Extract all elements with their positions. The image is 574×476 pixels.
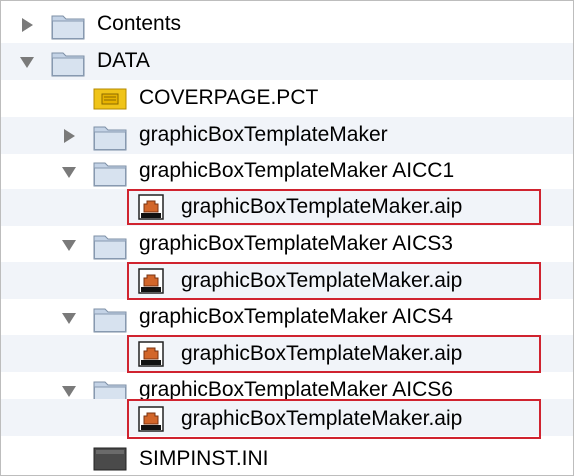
tree-item-label: DATA bbox=[97, 49, 150, 72]
disclosure-expanded-icon[interactable] bbox=[61, 383, 77, 399]
disclosure-expanded-icon[interactable] bbox=[61, 164, 77, 180]
tree-item-label: graphicBoxTemplateMaker bbox=[139, 123, 388, 146]
tree-row-aip-aics6[interactable]: graphicBoxTemplateMaker.aip bbox=[1, 399, 573, 439]
tree-item-label: graphicBoxTemplateMaker.aip bbox=[181, 269, 463, 292]
tree-row-coverpage[interactable]: COVERPAGE.PCT bbox=[1, 80, 573, 117]
tree-item-label: COVERPAGE.PCT bbox=[139, 86, 319, 109]
tree-row-simpinst[interactable]: SIMPINST.INI bbox=[1, 441, 573, 475]
tree-row-contents[interactable]: Contents bbox=[1, 6, 573, 43]
tree-item-label: graphicBoxTemplateMaker AICC1 bbox=[139, 159, 455, 182]
folder-icon bbox=[93, 123, 127, 156]
disclosure-collapsed-icon[interactable] bbox=[19, 17, 35, 33]
tree-row-aicc1[interactable]: graphicBoxTemplateMaker AICC1 bbox=[1, 153, 573, 190]
tree-item-label: graphicBoxTemplateMaker AICS3 bbox=[139, 232, 453, 255]
file-tree: Contents DATA COVERPAGE.PCT graphicBoxTe… bbox=[0, 0, 574, 476]
pct-file-icon bbox=[93, 88, 127, 115]
disclosure-expanded-icon[interactable] bbox=[19, 54, 35, 70]
tree-item-label: graphicBoxTemplateMaker.aip bbox=[181, 407, 463, 430]
folder-icon bbox=[93, 159, 127, 192]
disclosure-expanded-icon[interactable] bbox=[61, 310, 77, 326]
tree-item-label: graphicBoxTemplateMaker AICS4 bbox=[139, 305, 453, 328]
aip-file-icon bbox=[137, 405, 165, 438]
folder-icon bbox=[93, 232, 127, 265]
aip-file-icon bbox=[137, 267, 165, 300]
folder-icon bbox=[93, 305, 127, 338]
tree-item-label: graphicBoxTemplateMaker.aip bbox=[181, 342, 463, 365]
folder-icon bbox=[51, 49, 85, 82]
tree-item-label: graphicBoxTemplateMaker.aip bbox=[181, 195, 463, 218]
tree-row-aip-aics4[interactable]: graphicBoxTemplateMaker.aip bbox=[1, 335, 573, 373]
tree-row-gbtm[interactable]: graphicBoxTemplateMaker bbox=[1, 117, 573, 154]
aip-file-icon bbox=[137, 340, 165, 373]
folder-icon bbox=[51, 12, 85, 45]
tree-row-aics3[interactable]: graphicBoxTemplateMaker AICS3 bbox=[1, 226, 573, 263]
aip-file-icon bbox=[137, 193, 165, 226]
tree-row-aip-aics3[interactable]: graphicBoxTemplateMaker.aip bbox=[1, 262, 573, 300]
tree-item-label: Contents bbox=[97, 12, 182, 35]
tree-row-aics4[interactable]: graphicBoxTemplateMaker AICS4 bbox=[1, 299, 573, 336]
ini-file-icon bbox=[93, 447, 127, 475]
tree-row-data[interactable]: DATA bbox=[1, 43, 573, 80]
tree-item-label: SIMPINST.INI bbox=[139, 447, 269, 470]
disclosure-expanded-icon[interactable] bbox=[61, 237, 77, 253]
disclosure-collapsed-icon[interactable] bbox=[61, 128, 77, 144]
tree-row-aip-aicc1[interactable]: graphicBoxTemplateMaker.aip bbox=[1, 189, 573, 226]
